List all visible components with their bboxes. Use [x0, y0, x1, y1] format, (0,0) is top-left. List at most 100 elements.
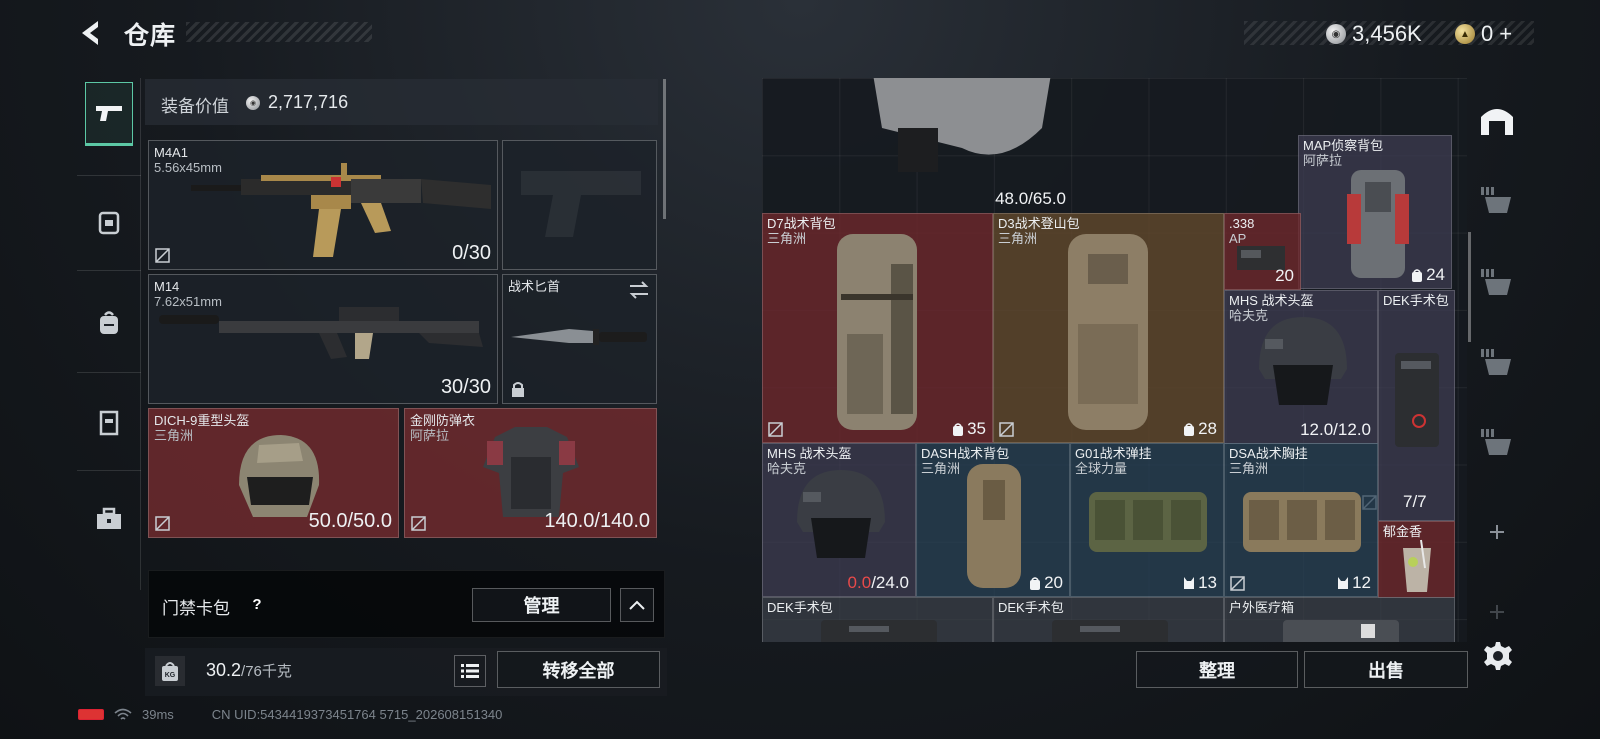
- collapse-button[interactable]: [620, 588, 654, 622]
- weapon-caliber: 7.62x51mm: [154, 294, 222, 309]
- stash-item-outdoor-med[interactable]: 户外医疗箱: [1224, 597, 1455, 642]
- stash-page-icon: [1481, 187, 1511, 213]
- add-stash-page-button[interactable]: [1477, 512, 1517, 552]
- stash-item-name: DSA战术胸挂: [1229, 446, 1308, 461]
- weight-current: 30.2: [206, 660, 242, 680]
- stash-item-dek-kit[interactable]: DEK手术包: [993, 597, 1224, 642]
- equipment-value: 2,717,716: [268, 92, 349, 112]
- back-button[interactable]: [76, 18, 106, 48]
- helmet-name: DICH-9重型头盔: [154, 413, 250, 428]
- ping: 39ms: [142, 707, 174, 722]
- melee-name: 战术匕首: [508, 279, 561, 294]
- weapon-name: M4A1: [154, 145, 188, 160]
- stash-item-tulip-drink[interactable]: 郁金香: [1378, 521, 1455, 598]
- secondary-weapon-slot[interactable]: M14 7.62x51mm 30/30: [148, 274, 498, 404]
- stash-page-icon: [1481, 429, 1511, 455]
- stash-page-4[interactable]: [1477, 422, 1517, 462]
- back-arrow-icon: [82, 21, 98, 45]
- knife-icon: [511, 329, 647, 345]
- stash-page-icon: [1481, 269, 1511, 295]
- rig-capacity-icon: [1338, 577, 1349, 589]
- helmet-icon: [797, 470, 885, 558]
- add-gold-plus[interactable]: +: [1499, 21, 1512, 47]
- status-bar: 39ms CN UID:5434419373451764 5715_202608…: [78, 707, 502, 722]
- loadout-scrollbar[interactable]: [663, 79, 666, 219]
- stash-item-count: 12: [1337, 573, 1371, 593]
- list-view-button[interactable]: [454, 655, 486, 687]
- stash-item-durability: 0.0/24.0: [847, 573, 909, 592]
- armor-faction: 阿萨拉: [410, 428, 450, 443]
- stash-item-dek-kit[interactable]: DEK手术包: [762, 597, 993, 642]
- stash-item-dsa-rig[interactable]: DSA战术胸挂 三角洲 12: [1224, 443, 1378, 597]
- swap-icon[interactable]: [628, 281, 650, 299]
- pistol-slot[interactable]: [502, 140, 657, 270]
- tab-briefcase[interactable]: [85, 494, 133, 544]
- weapon-name: M14: [154, 279, 180, 294]
- backpack-icon: [1068, 234, 1148, 430]
- stash-page-1[interactable]: [1477, 180, 1517, 220]
- capacity-icon: [953, 423, 964, 436]
- backpack-icon: [1347, 170, 1409, 278]
- help-icon[interactable]: ?: [246, 593, 268, 615]
- weight-display: 30.2/76千克: [206, 660, 292, 681]
- stash-item-count: 20: [1275, 266, 1294, 285]
- stash-grid[interactable]: 48.0/65.0 MAP侦察背包 阿萨拉 24 D7战术背包 三角洲 35 D…: [762, 78, 1467, 642]
- helmet-slot[interactable]: DICH-9重型头盔 三角洲 50.0/50.0: [148, 408, 399, 538]
- rig-capacity-icon: [1184, 577, 1195, 589]
- stash-item-sub: 哈夫克: [1229, 308, 1269, 323]
- add-stash-page-button-disabled: [1477, 592, 1517, 632]
- stash-item-map-backpack[interactable]: MAP侦察背包 阿萨拉 24: [1298, 135, 1452, 289]
- chest-rig-icon: [1243, 492, 1361, 552]
- stash-item-d7-backpack[interactable]: D7战术背包 三角洲 35: [762, 213, 993, 443]
- stash-page-2[interactable]: [1477, 262, 1517, 302]
- m14-rifle-icon: [159, 307, 483, 359]
- page-title: 仓库: [124, 22, 177, 50]
- stash-item-dash-backpack[interactable]: DASH战术背包 三角洲 20: [916, 443, 1070, 597]
- stash-item-ap-ammo[interactable]: .338 AP 20: [1224, 213, 1301, 290]
- stash-item-mhs-helmet[interactable]: MHS 战术头盔 哈夫克 0.0/24.0: [762, 443, 916, 597]
- medical-box-icon: [1283, 620, 1399, 642]
- stash-item-count: 48.0/65.0: [995, 189, 1066, 208]
- stash-item-name: DEK手术包: [767, 600, 833, 615]
- armor-slot[interactable]: 金刚防弹衣 阿萨拉 140.0/140.0: [404, 408, 657, 538]
- tab-backpack[interactable]: [85, 298, 133, 348]
- not-insured-icon: [155, 248, 170, 263]
- stash-item-name: MAP侦察背包: [1303, 138, 1384, 153]
- tab-weapons[interactable]: [85, 82, 133, 146]
- primary-weapon-slot[interactable]: M4A1 5.56x45mm 0/30: [148, 140, 498, 270]
- weapon-caliber: 5.56x45mm: [154, 160, 222, 175]
- stash-item-d3-backpack[interactable]: D3战术登山包 三角洲 28: [993, 213, 1224, 443]
- durability: 50.0/50.0: [308, 510, 392, 532]
- stash-scrollbar[interactable]: [1468, 232, 1471, 342]
- settings-button[interactable]: [1482, 640, 1514, 672]
- transfer-all-button[interactable]: 转移全部: [497, 651, 660, 688]
- manage-button[interactable]: 管理: [472, 588, 611, 622]
- stash-item-count: 35: [952, 419, 986, 439]
- not-insured-icon: [155, 516, 170, 531]
- stash-home-tab[interactable]: [1477, 101, 1517, 141]
- stash-item-sub: 三角洲: [1229, 461, 1269, 476]
- stash-item-g01-rig[interactable]: G01战术弹挂 全球力量 13: [1070, 443, 1224, 597]
- card-pack-label: 门禁卡包: [162, 599, 230, 618]
- gold-currency[interactable]: ▲ 0 +: [1455, 21, 1512, 47]
- tab-safe-box[interactable]: [85, 398, 133, 448]
- capacity-icon: [1030, 577, 1041, 590]
- gear-icon: [1484, 642, 1512, 670]
- capacity-icon: [1412, 269, 1423, 282]
- surgery-kit-icon: [1395, 353, 1439, 447]
- stash-item-name: .338: [1229, 216, 1255, 231]
- pistol-placeholder-icon: [521, 171, 641, 237]
- tab-chest-rig[interactable]: [85, 198, 133, 248]
- equipment-value-label: 装备价值: [161, 97, 229, 116]
- silver-coin-icon: ◉: [1326, 24, 1346, 44]
- stash-item-dek-kit[interactable]: DEK手术包: [1378, 290, 1455, 521]
- chest-rig-icon: [98, 211, 120, 235]
- stash-page-3[interactable]: [1477, 342, 1517, 382]
- sort-button[interactable]: 整理: [1136, 651, 1298, 688]
- melee-slot[interactable]: 战术匕首: [502, 274, 657, 404]
- stash-item-count: 13: [1183, 573, 1217, 593]
- sell-button[interactable]: 出售: [1304, 651, 1468, 688]
- stash-item-top-backpack[interactable]: 48.0/65.0: [762, 78, 1072, 212]
- stash-item-mhs-helmet[interactable]: MHS 战术头盔 哈夫克 12.0/12.0: [1224, 290, 1378, 444]
- wifi-icon: [114, 708, 132, 720]
